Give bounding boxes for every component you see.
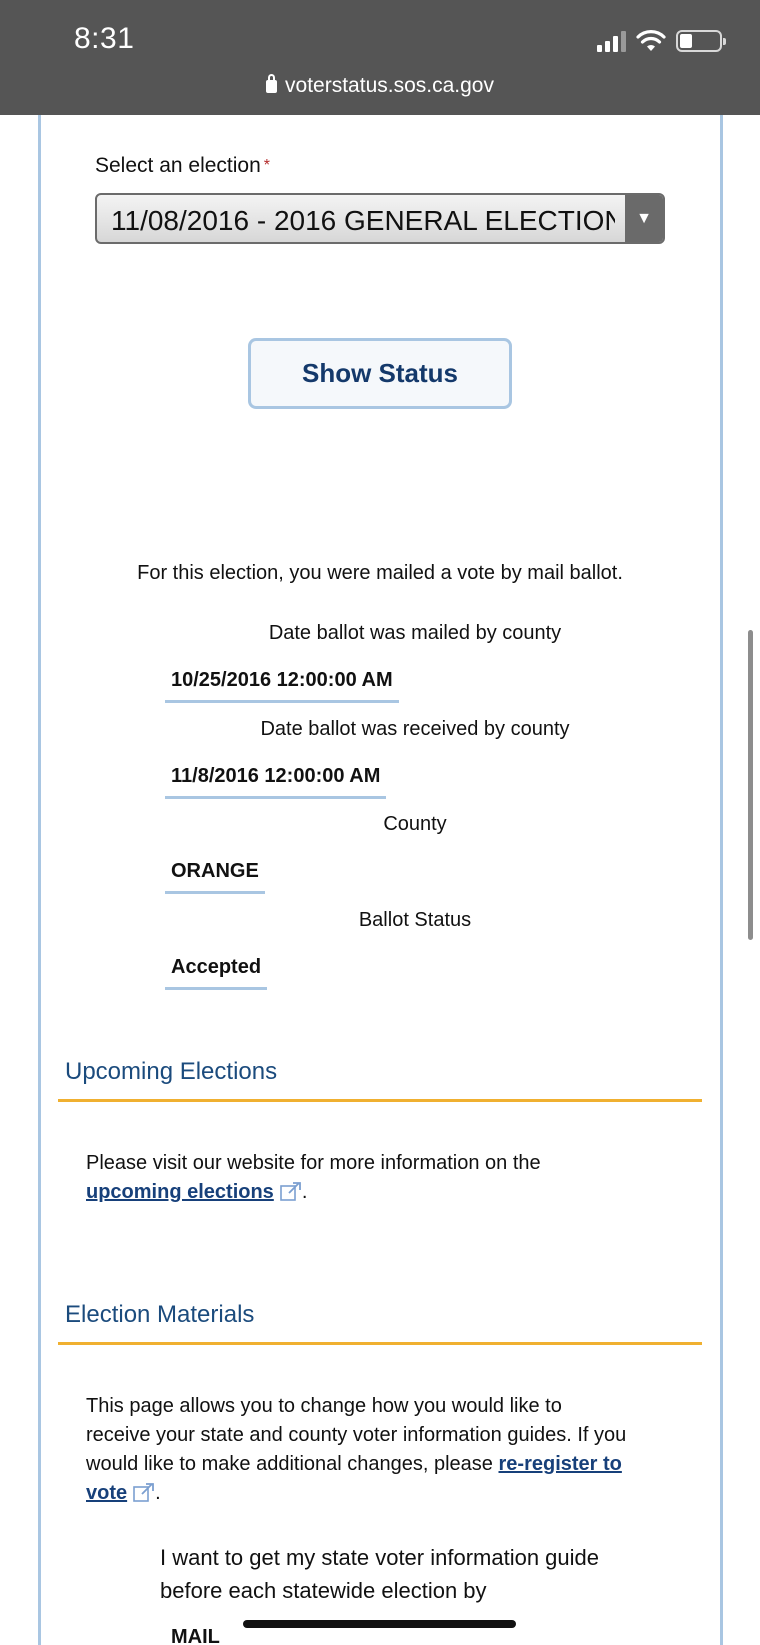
ballot-status-value: Accepted: [165, 956, 268, 990]
page-scrollbar[interactable]: [748, 630, 753, 940]
election-select[interactable]: 11/08/2016 - 2016 GENERAL ELECTION ▼: [95, 193, 665, 244]
county-value: ORANGE: [165, 860, 265, 894]
election-materials-heading: Election Materials: [65, 1301, 255, 1328]
status-time: 8:31: [74, 22, 135, 55]
required-marker: *: [263, 157, 271, 174]
external-link-icon: [133, 1483, 155, 1502]
guide-delivery-value: MAIL: [171, 1626, 220, 1645]
mailed-date-value: 10/25/2016 12:00:00 AM: [165, 669, 399, 703]
upcoming-elections-text: Please visit our website for more inform…: [86, 1152, 541, 1203]
wifi-icon: [636, 30, 666, 51]
upcoming-elections-heading: Upcoming Elections: [65, 1058, 278, 1085]
received-date-label: Date ballot was received by county: [260, 718, 570, 740]
ballot-status-label: Ballot Status: [358, 909, 472, 931]
ballot-message: For this election, you were mailed a vot…: [137, 562, 623, 584]
received-date-value: 11/8/2016 12:00:00 AM: [165, 765, 387, 799]
status-icons: [597, 28, 726, 54]
content-border-left: [38, 115, 41, 1645]
election-select-label: Select an election *: [95, 154, 271, 177]
battery-icon: [676, 30, 726, 52]
election-materials-text: This page allows you to change how you w…: [86, 1395, 627, 1504]
mailed-date-label: Date ballot was mailed by county: [268, 622, 562, 644]
content-border-right: [720, 115, 723, 1645]
guide-delivery-prompt: I want to get my state voter information…: [160, 1545, 600, 1603]
county-label: County: [383, 813, 447, 835]
election-select-value: 11/08/2016 - 2016 GENERAL ELECTION: [111, 205, 615, 236]
external-link-icon: [280, 1182, 301, 1201]
upcoming-elections-link[interactable]: upcoming elections: [86, 1181, 274, 1203]
section-divider: [58, 1342, 702, 1345]
section-divider: [58, 1099, 702, 1102]
show-status-button[interactable]: Show Status: [248, 338, 512, 409]
lock-icon: [266, 74, 278, 93]
url-text: voterstatus.sos.ca.gov: [285, 74, 494, 97]
cellular-signal-icon: [597, 30, 626, 52]
home-indicator: [243, 1620, 516, 1628]
status-bar: 8:31 voterstatus.sos.ca.gov: [0, 0, 760, 115]
address-bar[interactable]: voterstatus.sos.ca.gov: [0, 74, 760, 98]
triangle-down-icon: ▼: [625, 195, 663, 242]
